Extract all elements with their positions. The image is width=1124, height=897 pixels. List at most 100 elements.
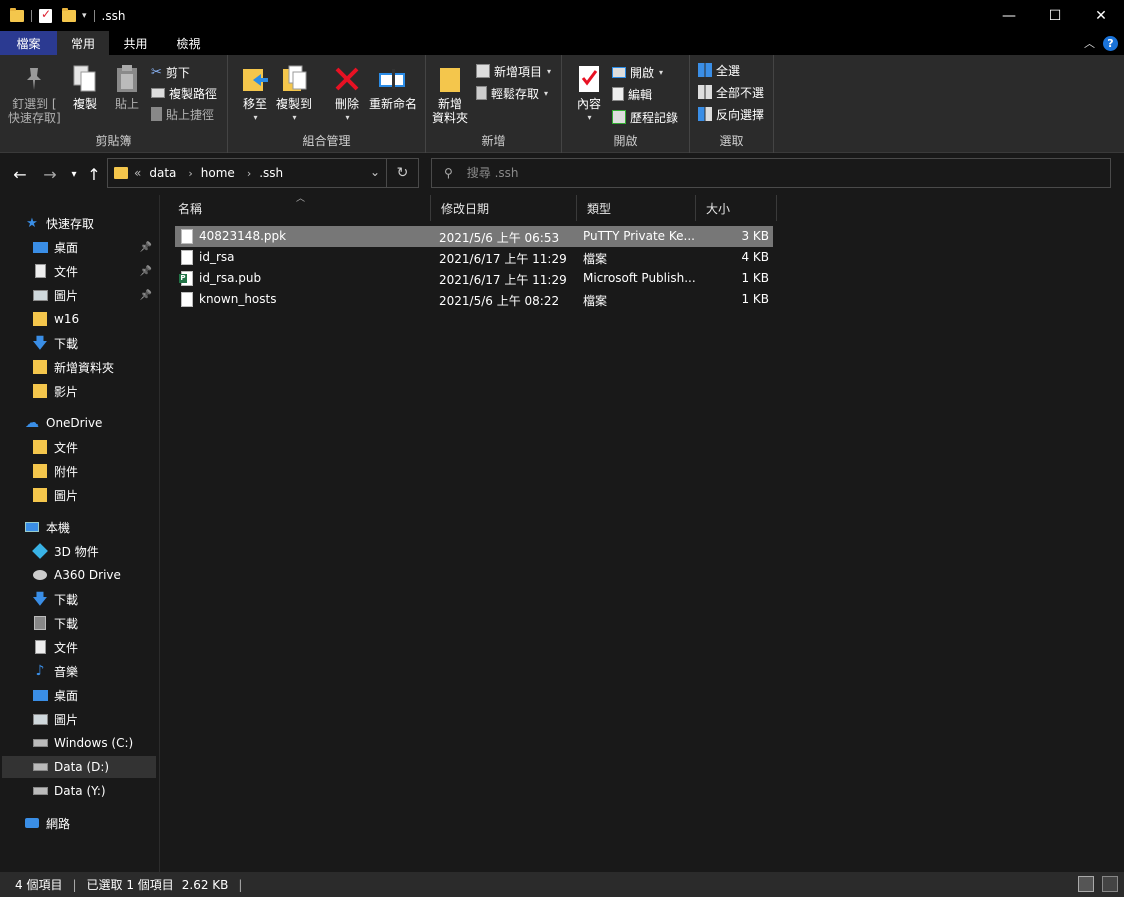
edit-icon (612, 87, 624, 101)
easy-access-button[interactable]: 輕鬆存取 ▾ (476, 83, 548, 103)
tab-file[interactable]: 檔案 (0, 31, 57, 55)
column-header-modified[interactable]: 修改日期 (431, 195, 577, 221)
cut-button[interactable]: ✂ 剪下 (151, 62, 190, 82)
delete-button[interactable]: 刪除 ▾ (332, 63, 362, 125)
rename-button[interactable]: 重新命名 (369, 63, 417, 111)
close-button[interactable]: ✕ (1078, 0, 1124, 31)
file-row[interactable]: id_rsa 2021/6/17 上午 11:29 檔案 4 KB (175, 247, 773, 268)
properties-button[interactable]: 內容 ▾ (574, 63, 604, 125)
folder-icon[interactable] (10, 7, 24, 22)
invert-selection-button[interactable]: 反向選擇 (698, 104, 764, 124)
organize-group: 移至 ▾ 複製到 ▾ 刪除 ▾ 重新命名 組合管理 (228, 55, 426, 153)
large-icons-view-icon[interactable] (1102, 876, 1118, 892)
tab-home[interactable]: 常用 (57, 31, 109, 55)
history-label: 歷程記錄 (630, 110, 679, 125)
sidebar-item[interactable]: A360 Drive (2, 564, 156, 586)
sidebar-item[interactable]: 桌面 (2, 684, 156, 706)
paste-button[interactable]: 貼上 (112, 63, 142, 111)
pin-icon[interactable]: 📌 (140, 266, 152, 277)
properties-icon[interactable] (39, 7, 52, 23)
collapse-ribbon-icon[interactable]: ︿ (1084, 35, 1095, 51)
breadcrumb-data[interactable]: data (149, 166, 176, 180)
column-header-name[interactable]: 名稱 (168, 195, 431, 221)
file-row[interactable]: id_rsa.pub 2021/6/17 上午 11:29 Microsoft Pu… (175, 268, 773, 289)
paste-shortcut-button[interactable]: 貼上捷徑 (151, 104, 214, 124)
copy-button[interactable]: 複製 (70, 63, 100, 111)
desktop-icon (32, 688, 48, 702)
select-all-button[interactable]: 全選 (698, 60, 740, 80)
sidebar-item[interactable]: 圖片 (2, 484, 156, 506)
select-none-button[interactable]: 全部不選 (698, 82, 764, 102)
search-input[interactable] (466, 166, 1067, 180)
copy-to-button[interactable]: 複製到 ▾ (276, 63, 312, 125)
sidebar-item-quick-access[interactable]: ★ 快速存取 (24, 212, 156, 234)
column-header-type[interactable]: 類型 (577, 195, 696, 221)
sidebar-item-label: 快速存取 (46, 216, 95, 231)
sidebar-item[interactable]: 文件 (2, 636, 156, 658)
edit-button[interactable]: 編輯 (612, 84, 652, 104)
copy-path-button[interactable]: 複製路徑 (151, 83, 217, 103)
breadcrumb-ssh[interactable]: .ssh (259, 166, 283, 180)
new-item-button[interactable]: 新增項目 ▾ (476, 61, 551, 81)
pin-to-quick-access-button[interactable]: 釘選到 [ 快速存取] (8, 63, 61, 125)
breadcrumb-overflow[interactable]: « (134, 166, 141, 180)
sidebar-item[interactable]: Data (D:) (2, 756, 156, 778)
refresh-button[interactable]: ↻ (386, 159, 418, 187)
breadcrumb-home[interactable]: home (201, 166, 235, 180)
search-box[interactable]: ⚲ (431, 158, 1111, 188)
history-button[interactable]: 歷程記錄 (612, 107, 678, 127)
sidebar-item[interactable]: 🡇 下載 (2, 332, 156, 354)
new-folder-button[interactable]: 新增 資料夾 (432, 63, 468, 125)
recent-locations-button[interactable]: ▾ (64, 164, 84, 184)
chevron-right-icon[interactable]: › (188, 167, 192, 180)
sidebar-item-label: 3D 物件 (54, 544, 99, 559)
sidebar-item[interactable]: 影片 (2, 380, 156, 402)
file-icon (181, 250, 193, 265)
arrow-left-icon: ← (13, 164, 27, 184)
sidebar-item[interactable]: 桌面 📌 (2, 236, 156, 258)
help-icon[interactable]: ? (1103, 35, 1118, 51)
details-view-icon[interactable] (1078, 876, 1094, 892)
sidebar-item-onedrive[interactable]: ☁ OneDrive (24, 412, 156, 434)
forward-button[interactable]: → (40, 164, 60, 184)
sidebar-item-network[interactable]: 網路 (24, 812, 156, 834)
column-header-size[interactable]: 大小 (696, 195, 777, 221)
sidebar-item-label: 圖片 (54, 712, 79, 727)
chevron-right-icon[interactable]: › (247, 167, 251, 180)
sidebar-item-this-pc[interactable]: 本機 (24, 516, 156, 538)
tab-view[interactable]: 檢視 (162, 31, 215, 55)
sidebar-item[interactable]: ♪ 音樂 (2, 660, 156, 682)
sidebar-item-label: Data (D:) (54, 760, 110, 774)
sidebar-item[interactable]: 🡇 下載 (2, 588, 156, 610)
sidebar-item[interactable]: 文件 📌 (2, 260, 156, 282)
file-list: ︿ 名稱 修改日期 類型 大小 40823148.ppk 2021/5/6 上午 … (160, 194, 1124, 872)
sidebar-item[interactable]: 圖片 (2, 708, 156, 730)
pin-icon[interactable]: 📌 (140, 242, 152, 253)
sidebar-item[interactable]: 3D 物件 (2, 540, 156, 562)
document-icon (32, 264, 48, 278)
maximize-button[interactable]: ☐ (1032, 0, 1078, 31)
sidebar-item[interactable]: 文件 (2, 436, 156, 458)
sidebar-item[interactable]: 下載 (2, 612, 156, 634)
sidebar-item[interactable]: 新增資料夾 (2, 356, 156, 378)
new-folder-icon[interactable] (62, 7, 76, 22)
chevron-down-icon[interactable]: ⌄ (370, 165, 380, 179)
tab-share[interactable]: 共用 (109, 31, 162, 55)
customize-toolbar-dropdown-icon[interactable]: ▾ (82, 11, 87, 21)
sidebar-item[interactable]: w16 (2, 308, 156, 330)
paste-shortcut-icon (151, 107, 162, 121)
file-row[interactable]: known_hosts 2021/5/6 上午 08:22 檔案 1 KB (175, 289, 773, 310)
minimize-button[interactable]: — (986, 0, 1032, 31)
pin-icon[interactable]: 📌 (140, 290, 152, 301)
sidebar-item[interactable]: Data (Y:) (2, 780, 156, 802)
move-to-button[interactable]: 移至 ▾ (240, 63, 270, 125)
file-row[interactable]: 40823148.ppk 2021/5/6 上午 06:53 PuTTY Priva… (175, 226, 773, 247)
folder-icon (32, 440, 48, 454)
up-button[interactable]: ↑ (84, 164, 104, 184)
back-button[interactable]: ← (10, 164, 30, 184)
address-bar[interactable]: « data › home › .ssh ⌄ ↻ (107, 158, 419, 188)
sidebar-item[interactable]: Windows (C:) (2, 732, 156, 754)
sidebar-item[interactable]: 附件 (2, 460, 156, 482)
sidebar-item[interactable]: 圖片 📌 (2, 284, 156, 306)
open-button[interactable]: 開啟 ▾ (612, 62, 663, 82)
